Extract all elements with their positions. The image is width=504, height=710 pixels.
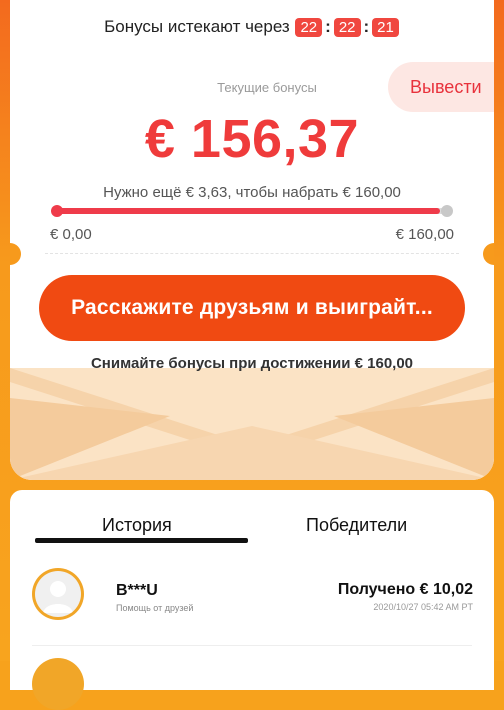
history-date: 2020/10/27 05:42 AM PT [373, 602, 473, 612]
bonus-card: Бонусы истекают через 22:22:21 Вывести Т… [10, 0, 494, 480]
progress-bar [51, 205, 453, 217]
progress-min-label: € 0,00 [50, 226, 92, 243]
history-panel: История Победители B***U Помощь от друзе… [10, 490, 494, 710]
history-user-subtitle: Помощь от друзей [116, 603, 194, 613]
tab-history[interactable]: История [102, 515, 172, 536]
progress-start-dot [51, 205, 63, 217]
history-user-name: B***U [116, 582, 158, 599]
user-avatar-icon [32, 568, 84, 620]
timer-minutes: 22 [333, 18, 361, 37]
timer-separator: : [363, 17, 370, 36]
row-divider [32, 645, 472, 646]
active-tab-indicator [35, 538, 248, 543]
expiry-timer: Бонусы истекают через 22:22:21 [10, 17, 494, 37]
timer-label: Бонусы истекают через [104, 17, 290, 36]
history-received-amount: Получено € 10,02 [337, 581, 473, 598]
timer-hours: 22 [295, 18, 323, 37]
current-bonus-label: Текущие бонусы [217, 80, 317, 95]
progress-max-label: € 160,00 [395, 226, 454, 243]
timer-separator: : [325, 17, 331, 36]
progress-text: Нужно ещё € 3,63, чтобы набрать € 160,00 [103, 184, 401, 201]
progress-end-dot [441, 205, 453, 217]
dashed-divider [45, 253, 459, 254]
withdraw-note: Снимайте бонусы при достижении € 160,00 [90, 355, 414, 372]
timer-seconds: 21 [372, 18, 399, 37]
progress-bar-fill [55, 208, 440, 214]
card-notch-right [483, 243, 494, 265]
user-avatar-icon [32, 658, 84, 710]
envelope-illustration [10, 368, 494, 480]
current-bonus-amount: € 156,37 [144, 109, 360, 169]
share-with-friends-button[interactable]: Расскажите друзьям и выиграйт... [39, 275, 465, 341]
tab-winners[interactable]: Победители [306, 515, 407, 536]
card-notch-left [10, 243, 21, 265]
